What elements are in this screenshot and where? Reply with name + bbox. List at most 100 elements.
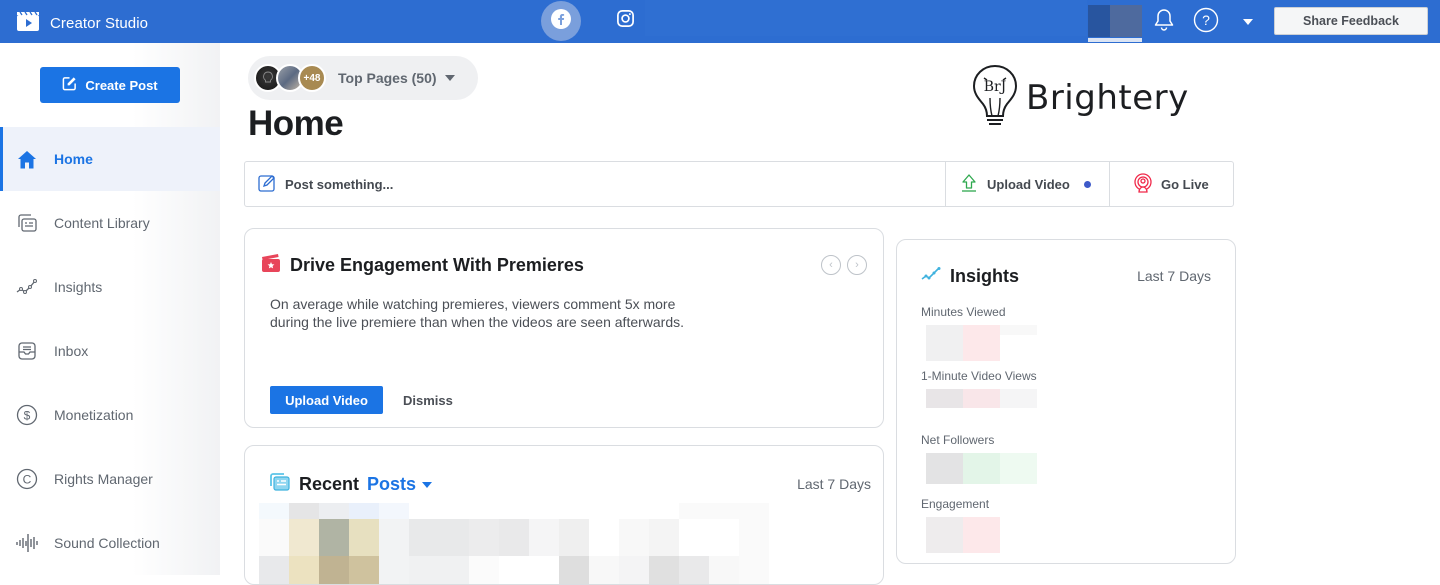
blur-cell: [379, 519, 409, 556]
content-library-icon: [16, 212, 38, 234]
carousel-next-button[interactable]: ›: [847, 255, 867, 275]
blur-cell: [559, 556, 589, 584]
sidebar-item-content-library[interactable]: Content Library: [0, 191, 220, 255]
sidebar-item-insights[interactable]: Insights: [0, 255, 220, 319]
premiere-clapper-icon: [261, 253, 281, 278]
carousel-prev-button[interactable]: ‹: [821, 255, 841, 275]
date-range-label: Last 7 Days: [1137, 268, 1211, 284]
topbar-empty-region: [645, 0, 1087, 36]
insights-trend-icon: [921, 267, 941, 286]
svg-text:$: $: [24, 409, 31, 423]
blurred-metric-value: [926, 389, 1221, 408]
blur-cell: [259, 503, 289, 519]
blurred-metric-value: [926, 517, 1221, 553]
upload-arrow-icon: [960, 173, 978, 196]
blur-cell: [439, 556, 469, 584]
create-post-label: Create Post: [85, 77, 158, 93]
blur-cell: [259, 556, 289, 584]
sidebar-item-monetization[interactable]: $ Monetization: [0, 383, 220, 447]
caret-down-icon: [422, 481, 433, 488]
metric-engagement[interactable]: Engagement: [921, 497, 1221, 553]
go-live-label: Go Live: [1161, 176, 1209, 192]
platform-facebook-tab[interactable]: [541, 1, 581, 41]
blurred-posts-preview: [259, 503, 769, 584]
blur-cell: [349, 503, 379, 519]
live-broadcast-icon: [1133, 172, 1153, 196]
help-button[interactable]: ?: [1192, 7, 1220, 36]
upload-video-button[interactable]: Upload Video: [945, 162, 1109, 206]
go-live-button[interactable]: Go Live: [1109, 162, 1233, 206]
more-pages-badge: +48: [298, 64, 326, 92]
blur-cell: [349, 519, 379, 556]
metric-label: Engagement: [921, 497, 990, 511]
user-avatar[interactable]: [1088, 5, 1142, 42]
insights-card: Insights Last 7 Days Minutes Viewed 1-Mi…: [896, 239, 1236, 564]
metric-label: Net Followers: [921, 433, 995, 447]
inbox-icon: [16, 340, 38, 362]
metric-minutes-viewed[interactable]: Minutes Viewed: [921, 305, 1221, 361]
blur-cell: [469, 556, 499, 584]
notifications-button[interactable]: [1150, 8, 1178, 36]
metric-label: 1-Minute Video Views: [921, 369, 1037, 383]
upload-video-cta-button[interactable]: Upload Video: [270, 386, 383, 414]
posts-filter-dropdown[interactable]: Posts: [367, 474, 433, 495]
post-something-input[interactable]: Post something...: [245, 162, 945, 206]
blur-cell: [409, 556, 439, 584]
blur-cell: [589, 503, 619, 519]
dismiss-button[interactable]: Dismiss: [403, 386, 453, 414]
share-feedback-button[interactable]: Share Feedback: [1274, 7, 1428, 35]
blur-cell: [529, 503, 559, 519]
date-range-label: Last 7 Days: [797, 476, 871, 492]
blur-cell: [589, 519, 619, 556]
sidebar-item-home[interactable]: Home: [0, 127, 220, 191]
blur-cell: [409, 519, 439, 556]
card-body-text: On average while watching premieres, vie…: [270, 296, 685, 330]
blur-cell: [649, 503, 679, 519]
blur-cell: [679, 556, 709, 584]
blur-cell: [499, 556, 529, 584]
sound-wave-icon: [16, 532, 38, 554]
blur-cell: [709, 519, 739, 556]
account-menu-button[interactable]: [1234, 8, 1262, 36]
bell-icon: [1153, 8, 1175, 37]
clapperboard-play-icon: [16, 10, 40, 36]
post-something-placeholder: Post something...: [285, 176, 394, 192]
blurred-metric-value: [926, 453, 1221, 484]
blur-cell: [499, 503, 529, 519]
blur-cell: [409, 503, 439, 519]
page-title: Home: [248, 104, 344, 143]
blurred-metric-value: [926, 325, 1221, 361]
dollar-circle-icon: $: [16, 404, 38, 426]
sidebar-item-rights-manager[interactable]: C Rights Manager: [0, 447, 220, 511]
edit-square-icon: [258, 174, 276, 195]
platform-instagram-tab[interactable]: [605, 1, 645, 41]
blur-cell: [559, 503, 589, 519]
edit-square-icon: [62, 76, 77, 94]
page-selector-dropdown[interactable]: +48 Top Pages (50): [248, 56, 478, 100]
app-brand[interactable]: Creator Studio: [16, 10, 148, 36]
blur-cell: [589, 556, 619, 584]
blur-cell: [289, 503, 319, 519]
insights-icon: [16, 276, 38, 298]
sidebar-item-inbox[interactable]: Inbox: [0, 319, 220, 383]
caret-down-icon: [1242, 13, 1254, 31]
blur-cell: [709, 503, 739, 519]
home-icon: [16, 148, 38, 170]
sidebar-item-sound-collection[interactable]: Sound Collection: [0, 511, 220, 575]
blur-cell: [739, 556, 769, 584]
posts-stack-icon: [269, 472, 291, 497]
posts-filter-label: Posts: [367, 474, 417, 494]
blur-cell: [319, 556, 349, 584]
blur-cell: [679, 519, 709, 556]
blur-cell: [529, 519, 559, 556]
upload-video-label: Upload Video: [987, 176, 1070, 192]
brand-logo-text: Brightery: [1026, 77, 1189, 118]
card-title: Insights: [950, 266, 1020, 286]
metric-net-followers[interactable]: Net Followers: [921, 433, 1221, 484]
sidebar: Create Post Home Content Library Insight…: [0, 43, 220, 575]
create-post-button[interactable]: Create Post: [40, 67, 180, 103]
metric-one-minute-views[interactable]: 1-Minute Video Views: [921, 369, 1221, 408]
blur-cell: [439, 503, 469, 519]
sidebar-item-label: Sound Collection: [54, 535, 160, 551]
blur-cell: [289, 519, 319, 556]
